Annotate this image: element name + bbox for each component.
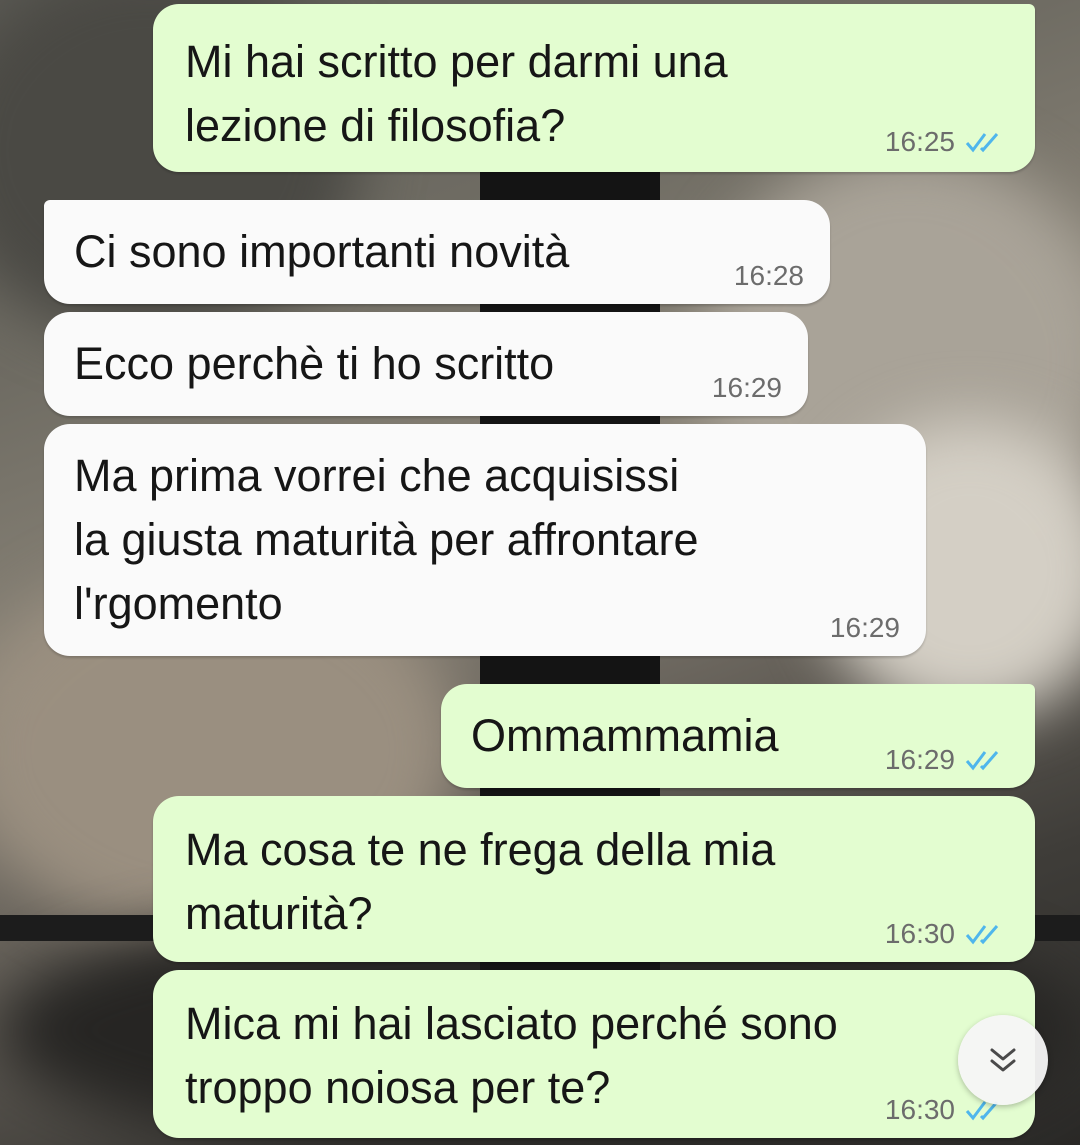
- message-time: 16:29: [884, 744, 955, 775]
- message-bubble-outgoing[interactable]: Ma cosa te ne frega della mia maturità? …: [153, 796, 1035, 962]
- double-check-icon: [965, 751, 999, 771]
- double-check-icon: [965, 133, 999, 153]
- message-meta: 16:25: [885, 126, 1005, 158]
- message-text: Ommammamia: [471, 710, 779, 761]
- message-meta: 16:28: [734, 260, 804, 292]
- message-bubble-incoming[interactable]: Ci sono importanti novità 16:28: [44, 200, 830, 304]
- message-bubble-incoming[interactable]: Ecco perchè ti ho scritto 16:29: [44, 312, 808, 416]
- double-chevron-down-icon: [990, 1048, 1016, 1072]
- message-meta: 16:29: [830, 612, 900, 644]
- message-text: Ecco perchè ti ho scritto: [74, 338, 555, 389]
- double-check-icon: [965, 925, 999, 945]
- message-text: Ma cosa te ne frega della mia maturità?: [185, 824, 776, 939]
- message-meta: 16:30: [885, 918, 1005, 950]
- message-meta: 16:29: [712, 372, 782, 404]
- scroll-to-bottom-button[interactable]: [958, 1015, 1048, 1105]
- message-time: 16:29: [829, 612, 900, 643]
- message-bubble-outgoing[interactable]: Mica mi hai lasciato perché sono troppo …: [153, 970, 1035, 1138]
- message-text: Mi hai scritto per darmi una lezione di …: [185, 36, 728, 151]
- message-text: Ma prima vorrei che acquisissi la giusta…: [74, 450, 699, 629]
- message-time: 16:30: [884, 1094, 955, 1125]
- message-bubble-incoming[interactable]: Ma prima vorrei che acquisissi la giusta…: [44, 424, 926, 656]
- message-bubble-outgoing[interactable]: Mi hai scritto per darmi una lezione di …: [153, 4, 1035, 172]
- message-meta: 16:29: [885, 744, 1005, 776]
- message-bubble-outgoing[interactable]: Ommammamia 16:29: [441, 684, 1035, 788]
- message-time: 16:25: [884, 126, 955, 157]
- message-time: 16:28: [733, 260, 804, 291]
- message-text: Ci sono importanti novità: [74, 226, 570, 277]
- message-time: 16:30: [884, 918, 955, 949]
- message-text: Mica mi hai lasciato perché sono troppo …: [185, 998, 838, 1113]
- message-time: 16:29: [711, 372, 782, 403]
